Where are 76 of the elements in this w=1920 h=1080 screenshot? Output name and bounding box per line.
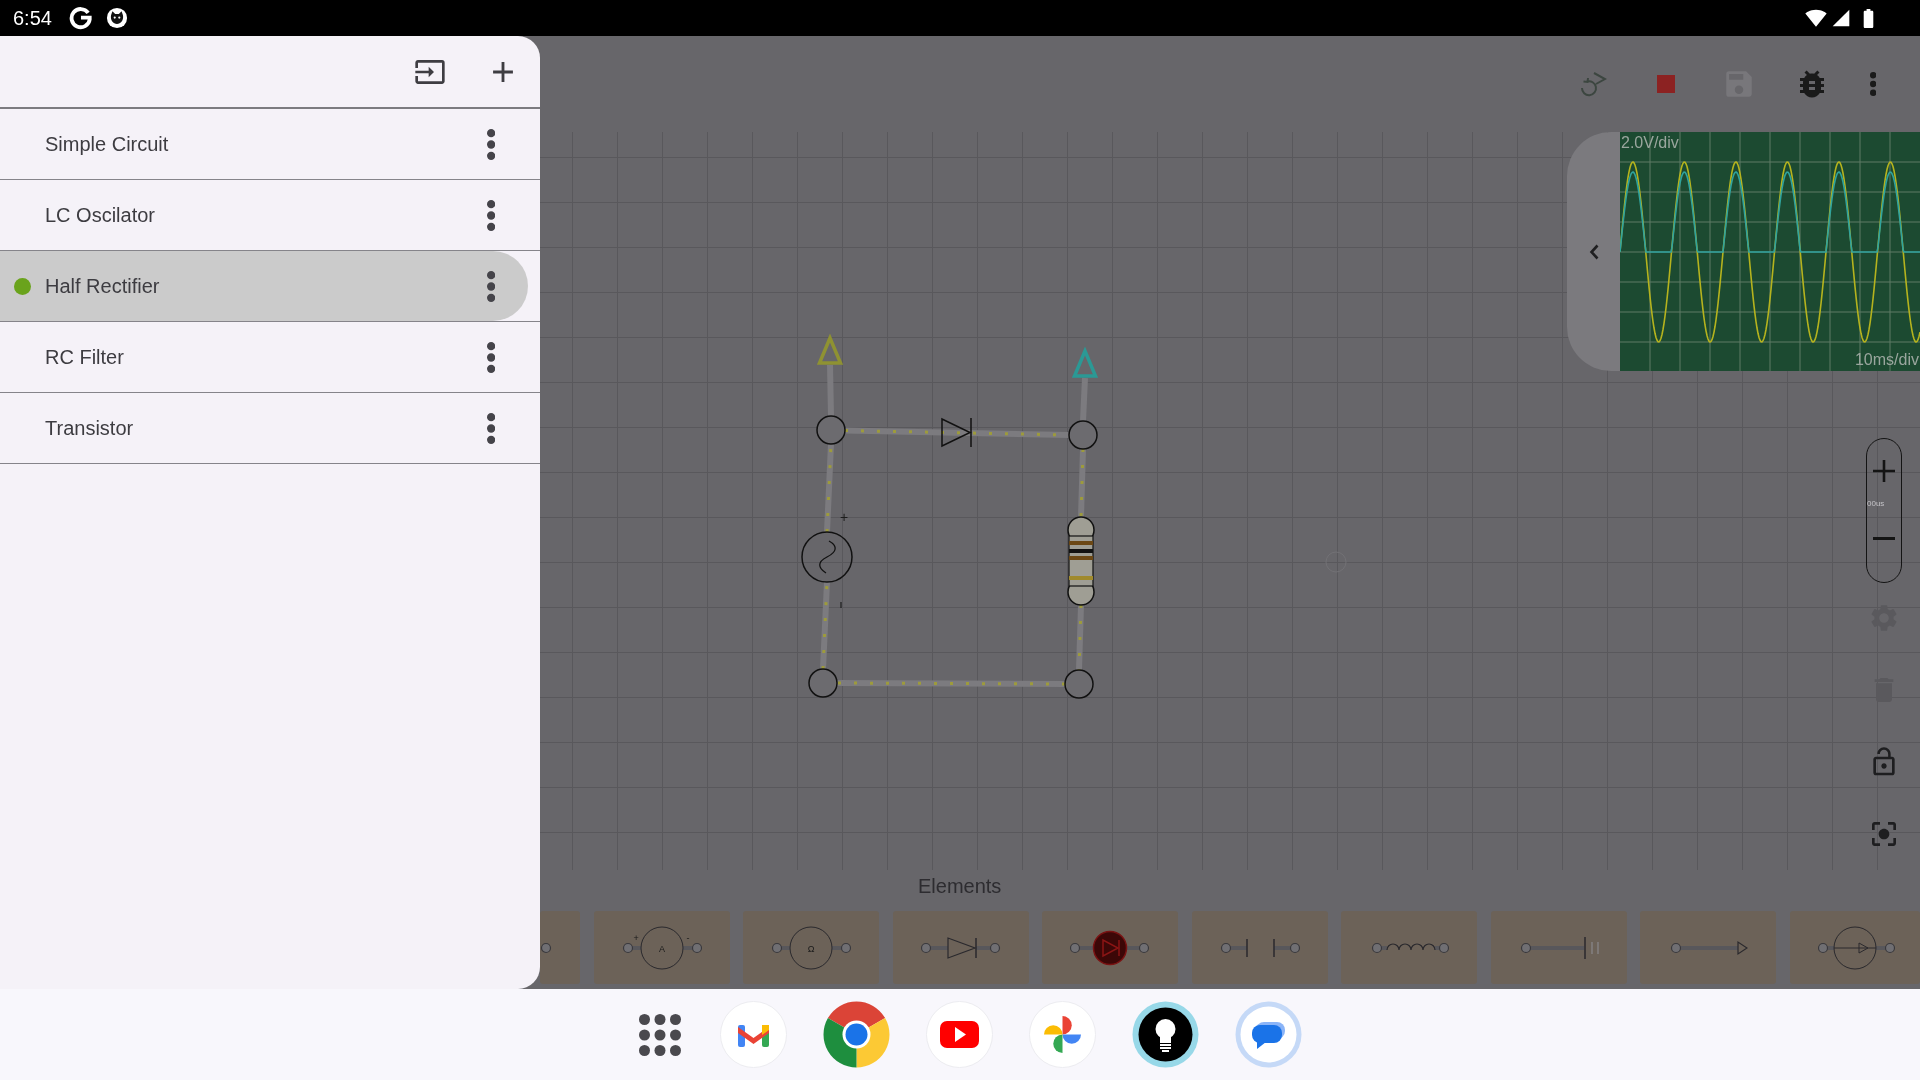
battery-symbol-icon: [1518, 935, 1599, 960]
circuit-list-item[interactable]: RC Filter: [0, 322, 528, 392]
more-vertical-icon: [486, 199, 495, 231]
diode-symbol: [941, 417, 972, 448]
probe-lead: [827, 364, 834, 417]
more-vertical-icon: [486, 128, 495, 160]
node-terminal: [1064, 669, 1094, 699]
wifi-icon: [1805, 7, 1827, 29]
clock-time: 6:54: [13, 8, 52, 28]
zoom-in-button[interactable]: [1873, 460, 1895, 482]
polarity-label: +: [839, 509, 849, 525]
elements-heading: Elements: [918, 875, 1002, 897]
diode-symbol-icon: [920, 935, 1001, 960]
mail-icon[interactable]: [720, 1001, 787, 1068]
circuit-name: LC Oscilator: [45, 203, 156, 227]
circuit-list-item[interactable]: LC Oscilator: [0, 180, 528, 250]
circuit-name: Transistor: [45, 416, 134, 440]
circuit-name: Simple Circuit: [45, 132, 169, 156]
chat-bubble-icon[interactable]: [1235, 1001, 1302, 1068]
element-tile[interactable]: [892, 911, 1029, 984]
element-tile[interactable]: [1341, 911, 1477, 984]
ring-marker: [1325, 551, 1347, 573]
terminal-icon: [540, 941, 552, 954]
more-vertical-icon: [1869, 72, 1877, 96]
stop-square-icon: [1657, 75, 1675, 93]
more-options-button[interactable]: [486, 412, 495, 444]
more-options-button[interactable]: [486, 270, 495, 302]
probe-lead: [1080, 377, 1088, 422]
circuit-name: RC Filter: [45, 345, 124, 369]
ammeter-symbol-icon: [622, 926, 702, 969]
more-vertical-icon: [486, 270, 495, 302]
circuit-list-item[interactable]: Simple Circuit: [0, 109, 528, 179]
wire: [1078, 448, 1086, 518]
more-options-button[interactable]: [486, 341, 495, 373]
element-tile[interactable]: [1789, 911, 1920, 984]
g-logo-icon: [68, 6, 92, 30]
circuit-list-item[interactable]: Half Rectifier: [0, 251, 528, 321]
ac-source-symbol: [801, 531, 853, 583]
node-terminal: [816, 415, 846, 445]
meter-symbol: Ω: [807, 943, 815, 953]
plus-sign: +: [632, 932, 639, 943]
video-play-icon[interactable]: [926, 1001, 993, 1068]
round-logo-icon[interactable]: [823, 1001, 890, 1068]
signal-icon: [1831, 8, 1851, 28]
more-options-button[interactable]: [486, 199, 495, 231]
element-tile[interactable]: [1640, 911, 1776, 984]
chevron-left-icon: [1588, 243, 1599, 260]
ohmmeter-symbol-icon: [771, 926, 851, 969]
more-vertical-icon: [486, 412, 495, 444]
plus-icon: [1873, 460, 1895, 482]
more-options-button[interactable]: [486, 128, 495, 160]
minus-icon: [1873, 537, 1895, 540]
probe-arrow-icon: [1668, 939, 1748, 956]
lightbulb-icon[interactable]: [1132, 1001, 1199, 1068]
replay-icon: [1579, 71, 1607, 97]
circuit-name: Half Rectifier: [45, 274, 160, 298]
led-symbol-icon: [1070, 929, 1150, 966]
element-tile[interactable]: [1490, 911, 1627, 984]
wire: [1076, 604, 1084, 671]
node-terminal: [808, 668, 838, 698]
time-scale-label: 10ms/div: [1854, 351, 1919, 369]
capacitor-symbol-icon: [1219, 937, 1300, 958]
minus-sign: -: [686, 932, 689, 943]
element-tile[interactable]: [1042, 911, 1178, 984]
element-tile[interactable]: [1191, 911, 1328, 984]
node-terminal: [1068, 420, 1098, 450]
cat-face-icon: [105, 7, 128, 29]
voltage-scale-label: 2.0V/div: [1621, 134, 1679, 152]
apps-grid-icon[interactable]: [639, 1013, 681, 1056]
circuit-list-item[interactable]: Transistor: [0, 393, 528, 463]
element-tile[interactable]: [540, 911, 580, 984]
zoom-scale-label: 00us: [1867, 499, 1885, 509]
polarity-mark: [840, 601, 842, 609]
meter-symbol: A: [658, 943, 665, 953]
pinwheel-icon[interactable]: [1029, 1001, 1096, 1068]
more-vertical-icon: [486, 341, 495, 373]
